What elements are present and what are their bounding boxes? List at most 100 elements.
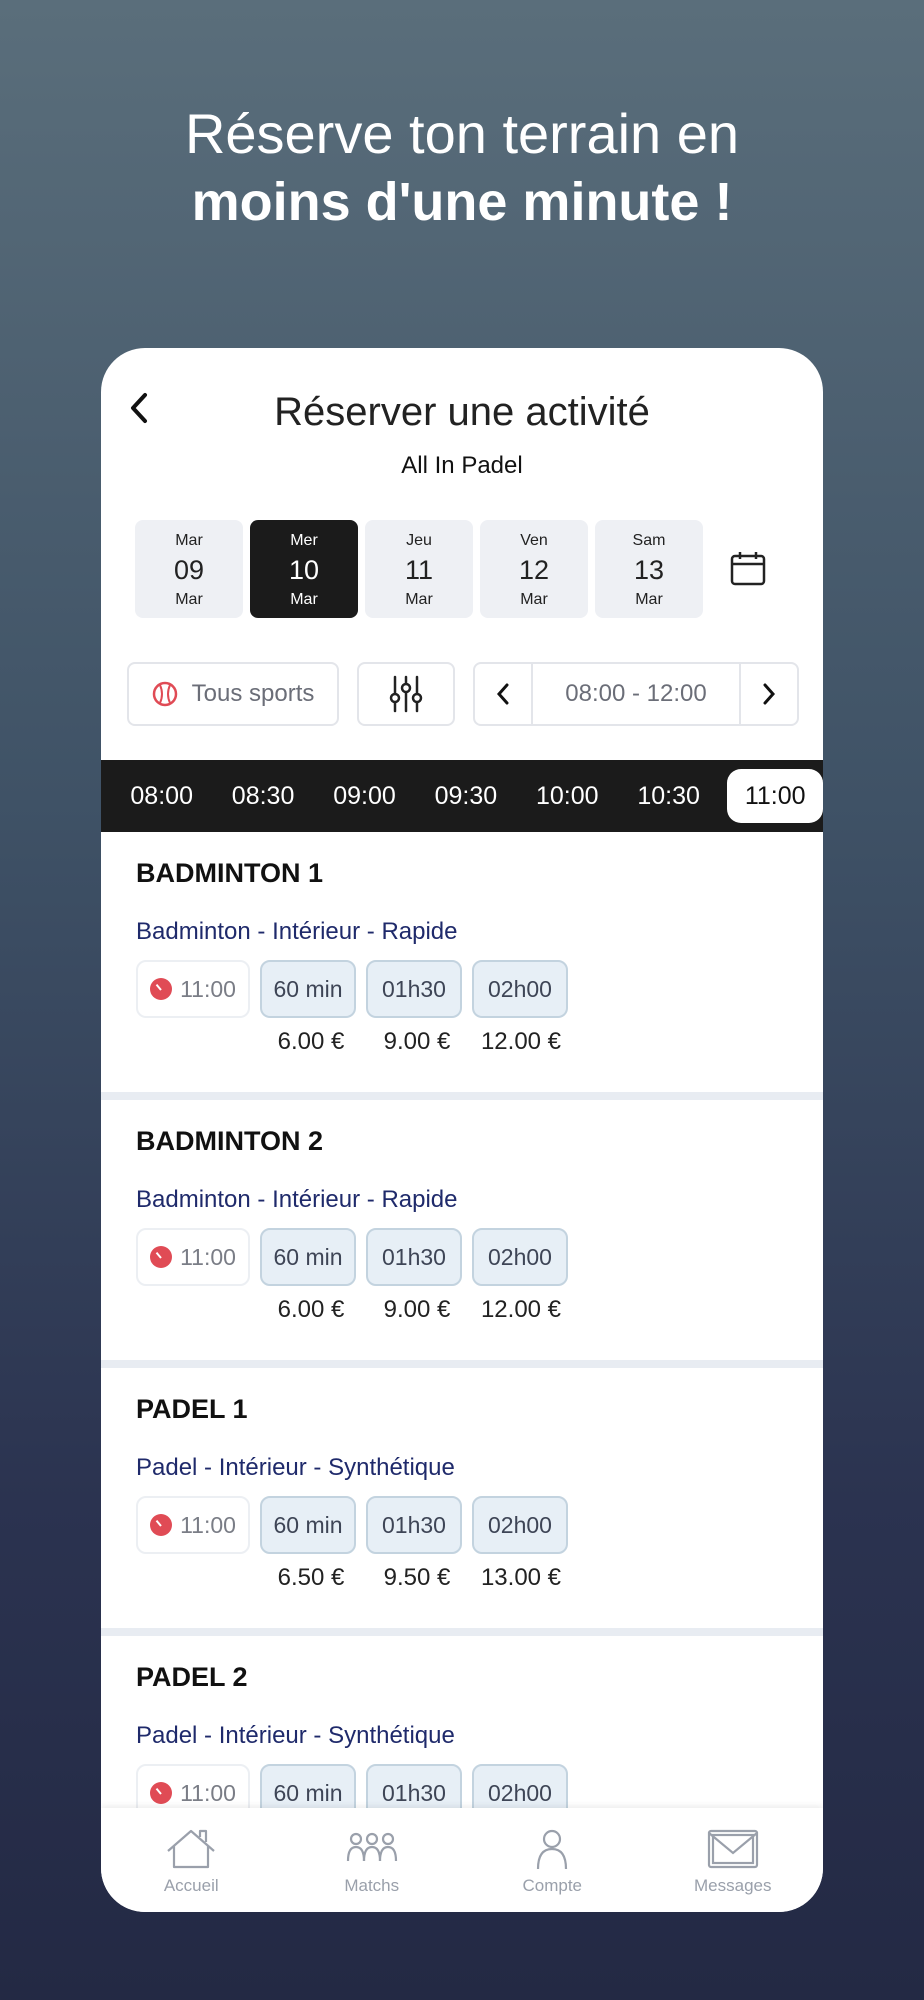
chevron-left-icon — [496, 683, 509, 705]
court-card: BADMINTON 1 Badminton - Intérieur - Rapi… — [101, 832, 823, 1100]
date-tab-4[interactable]: Sam 13 Mar — [595, 520, 703, 618]
baseball-icon — [152, 681, 177, 707]
court-name: BADMINTON 1 — [136, 858, 324, 888]
sport-filter-label: Tous sports — [191, 680, 315, 707]
nav-label: Accueil — [163, 1876, 219, 1895]
nav-home[interactable]: Accueil — [101, 1808, 282, 1912]
duration-button[interactable]: 60 min — [260, 1496, 356, 1554]
nav-compte[interactable]: Compte — [462, 1808, 643, 1912]
date-selector: Mar 09 Mar Mer 10 Mar Jeu 11 Mar Ven 12 … — [135, 520, 778, 618]
price: 9.00 € — [383, 1296, 451, 1323]
clock-icon — [150, 978, 173, 1000]
sliders-icon — [389, 675, 423, 713]
start-time: 11:00 — [136, 1496, 250, 1554]
date-tab-0[interactable]: Mar 09 Mar — [135, 520, 243, 618]
bottom-nav: Accueil Matchs Compte Messages — [101, 1808, 823, 1912]
duration-button[interactable]: 01h30 — [366, 960, 462, 1018]
day-number: 11 — [404, 555, 434, 585]
time-slot-active[interactable]: 11:00 — [727, 769, 823, 823]
date-tab-3[interactable]: Ven 12 Mar — [480, 520, 588, 618]
nav-label: Messages — [694, 1876, 772, 1895]
nav-label: Matchs — [344, 1876, 400, 1895]
app-screen: Réserver une activité All In Padel Mar 0… — [101, 348, 823, 1912]
next-range-button[interactable] — [741, 664, 797, 724]
start-time: 11:00 — [136, 960, 250, 1018]
duration-button[interactable]: 02h00 — [472, 1496, 568, 1554]
start-time-label: 11:00 — [180, 1511, 236, 1538]
settings-filter-button[interactable] — [357, 662, 455, 726]
start-time: 11:00 — [136, 1228, 250, 1286]
time-slot-strip: 08:00 08:30 09:00 09:30 10:00 10:30 11:0… — [101, 760, 823, 832]
time-range-label: 08:00 - 12:00 — [565, 680, 707, 707]
court-name: PADEL 1 — [136, 1394, 248, 1424]
price: 12.00 € — [480, 1028, 562, 1055]
calendar-icon — [730, 552, 766, 586]
duration-button[interactable]: 60 min — [260, 1228, 356, 1286]
court-type: Badminton - Intérieur - Rapide — [136, 1186, 458, 1213]
time-slot[interactable]: 08:00 — [111, 782, 212, 811]
day-name: Ven — [520, 532, 548, 549]
clock-icon — [150, 1514, 173, 1536]
court-name: PADEL 2 — [136, 1662, 248, 1692]
club-name: All In Padel — [401, 452, 523, 479]
time-slot[interactable]: 10:00 — [517, 782, 618, 811]
price: 6.00 € — [277, 1028, 345, 1055]
price: 9.00 € — [383, 1028, 451, 1055]
nav-matchs[interactable]: Matchs — [282, 1808, 463, 1912]
day-month: Mar — [175, 591, 203, 608]
day-name: Mar — [175, 532, 203, 549]
price-row: 6.50 € 9.50 € 13.00 € — [101, 1564, 823, 1594]
chevron-right-icon — [763, 683, 776, 705]
duration-button[interactable]: 01h30 — [366, 1228, 462, 1286]
time-range-selector: 08:00 - 12:00 — [473, 662, 799, 726]
day-number: 09 — [173, 555, 205, 585]
duration-button[interactable]: 01h30 — [366, 1496, 462, 1554]
date-tab-1[interactable]: Mer 10 Mar — [250, 520, 358, 618]
day-month: Mar — [405, 591, 433, 608]
date-tab-2[interactable]: Jeu 11 Mar — [365, 520, 473, 618]
day-month: Mar — [520, 591, 548, 608]
slot-row: 11:00 60 min 01h30 02h00 — [136, 960, 568, 1018]
court-type: Badminton - Intérieur - Rapide — [136, 918, 458, 945]
court-card: PADEL 1 Padel - Intérieur - Synthétique … — [101, 1368, 823, 1636]
day-name: Sam — [632, 532, 666, 549]
calendar-button[interactable] — [718, 520, 778, 618]
page-title: Réserver une activité — [274, 390, 650, 434]
day-month: Mar — [290, 591, 318, 608]
day-month: Mar — [635, 591, 663, 608]
duration-button[interactable]: 02h00 — [472, 1228, 568, 1286]
start-time-label: 11:00 — [180, 1779, 236, 1806]
slot-row: 11:00 60 min 01h30 02h00 — [136, 1228, 568, 1286]
price: 12.00 € — [480, 1296, 562, 1323]
price: 6.50 € — [277, 1564, 345, 1591]
nav-messages[interactable]: Messages — [643, 1808, 824, 1912]
price: 9.50 € — [383, 1564, 451, 1591]
promo-headline: Réserve ton terrain en moins d'une minut… — [0, 100, 924, 236]
price-row: 6.00 € 9.00 € 12.00 € — [101, 1028, 823, 1058]
time-slot[interactable]: 09:00 — [314, 782, 415, 811]
day-name: Jeu — [406, 532, 432, 549]
day-number: 12 — [518, 555, 550, 585]
mail-icon — [707, 1829, 758, 1869]
headline-line-1: Réserve ton terrain en — [184, 102, 740, 165]
filter-bar: Tous sports 08:00 - 12:00 — [127, 662, 799, 726]
user-icon — [537, 1829, 568, 1870]
day-name: Mer — [290, 532, 318, 549]
sport-filter-button[interactable]: Tous sports — [127, 662, 339, 726]
time-slot[interactable]: 09:30 — [415, 782, 516, 811]
time-slot[interactable]: 08:30 — [212, 782, 313, 811]
clock-icon — [150, 1246, 173, 1268]
start-time-label: 11:00 — [180, 975, 236, 1002]
day-number: 10 — [288, 555, 320, 585]
price: 6.00 € — [277, 1296, 345, 1323]
nav-label: Compte — [522, 1876, 583, 1895]
time-slot[interactable]: 10:30 — [618, 782, 719, 811]
court-type: Padel - Intérieur - Synthétique — [136, 1454, 455, 1481]
price: 13.00 € — [480, 1564, 562, 1591]
slot-row: 11:00 60 min 01h30 02h00 — [136, 1496, 568, 1554]
court-type: Padel - Intérieur - Synthétique — [136, 1722, 455, 1749]
court-card: BADMINTON 2 Badminton - Intérieur - Rapi… — [101, 1100, 823, 1368]
prev-range-button[interactable] — [475, 664, 531, 724]
duration-button[interactable]: 02h00 — [472, 960, 568, 1018]
duration-button[interactable]: 60 min — [260, 960, 356, 1018]
